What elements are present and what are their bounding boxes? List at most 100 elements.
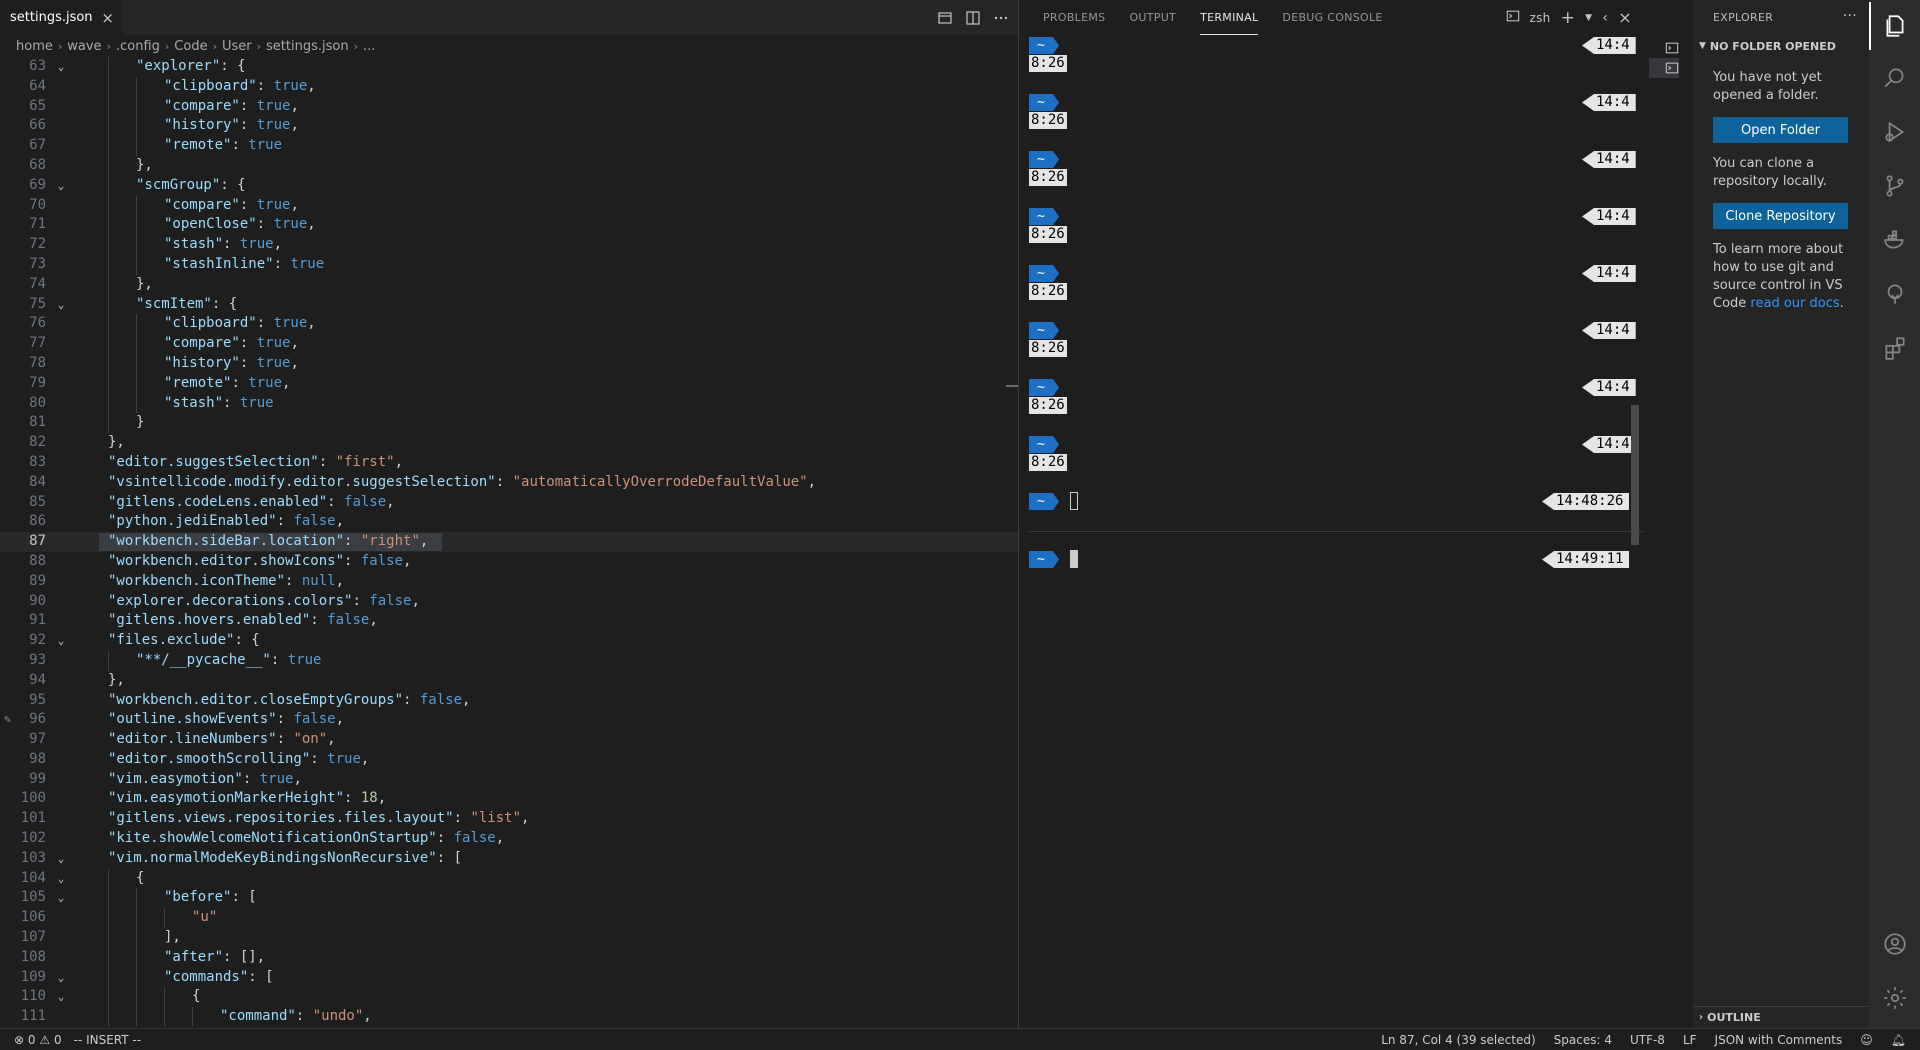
code-line[interactable]: 91 "gitlens.hovers.enabled": false, bbox=[0, 611, 1018, 631]
breadcrumb-item[interactable]: settings.json bbox=[266, 39, 349, 54]
code-line[interactable]: 109 ⌄ "commands": [ bbox=[0, 967, 1018, 988]
code-line[interactable]: 111 "command": "undo", bbox=[0, 1007, 1018, 1028]
open-folder-button[interactable]: Open Folder bbox=[1713, 117, 1848, 143]
code-line[interactable]: 103 ⌄ "vim.normalModeKeyBindingsNonRecursi… bbox=[0, 849, 1018, 869]
shell-name[interactable]: zsh bbox=[1530, 11, 1551, 25]
code-line[interactable]: 102 "kite.showWelcomeNotificationOnStartu… bbox=[0, 829, 1018, 849]
tab-terminal[interactable]: TERMINAL bbox=[1200, 0, 1259, 35]
code-line[interactable]: 105 ⌄ "before": [ bbox=[0, 888, 1018, 909]
code-line[interactable]: 104 ⌄ { bbox=[0, 868, 1018, 889]
code-line[interactable]: 65 "compare": true, bbox=[0, 96, 1018, 117]
outline-section[interactable]: › OUTLINE bbox=[1693, 1006, 1869, 1028]
breadcrumb-item[interactable]: wave bbox=[67, 39, 101, 54]
fold-chevron-icon[interactable]: ⌄ bbox=[54, 888, 68, 908]
code-line[interactable]: 72 "stash": true, bbox=[0, 235, 1018, 255]
code-line[interactable]: 99 "vim.easymotion": true, bbox=[0, 770, 1018, 790]
extensions-icon[interactable] bbox=[1869, 324, 1920, 372]
fold-chevron-icon[interactable]: ⌄ bbox=[54, 849, 68, 869]
open-preview-icon[interactable] bbox=[936, 9, 954, 27]
code-line[interactable]: 84 "vsintellicode.modify.editor.suggestSe… bbox=[0, 473, 1018, 493]
code-line[interactable]: 74}, bbox=[0, 274, 1018, 295]
breadcrumb-item[interactable]: Code bbox=[174, 39, 207, 54]
terminal-pane-bottom[interactable]: ~14:49:11 bbox=[1029, 531, 1643, 1028]
more-icon[interactable]: ··· bbox=[1843, 8, 1857, 24]
code-line[interactable]: 83 "editor.suggestSelection": "first", bbox=[0, 453, 1018, 473]
terminal-instance-2[interactable] bbox=[1649, 58, 1679, 78]
terminal-area[interactable]: ~8:26 14:4 ~8:26 14:4 ~8:26 14:4 ~8:26 14:4 ~8:2… bbox=[1029, 35, 1643, 1028]
terminal-instance-1[interactable] bbox=[1649, 38, 1679, 58]
code-line[interactable]: 88 "workbench.editor.showIcons": false, bbox=[0, 552, 1018, 572]
code-line[interactable]: 87 "workbench.sideBar.location": "right", bbox=[0, 532, 1018, 552]
breadcrumb-item[interactable]: .config bbox=[116, 39, 160, 54]
code-line[interactable]: 67 "remote": true bbox=[0, 136, 1018, 156]
fold-chevron-icon[interactable]: ⌄ bbox=[54, 295, 68, 315]
code-line[interactable]: 96 ✎ "outline.showEvents": false, bbox=[0, 710, 1018, 730]
problems-indicator[interactable]: ⊗ 0 ⚠ 0 bbox=[14, 1033, 62, 1047]
code-line[interactable]: 92 ⌄ "files.exclude": { bbox=[0, 631, 1018, 651]
clone-repository-button[interactable]: Clone Repository bbox=[1713, 203, 1848, 229]
fold-chevron-icon[interactable]: ⌄ bbox=[54, 631, 68, 651]
close-icon[interactable]: × bbox=[101, 9, 114, 27]
code-line[interactable]: 110 ⌄ { bbox=[0, 987, 1018, 1008]
code-line[interactable]: 98 "editor.smoothScrolling": true, bbox=[0, 750, 1018, 770]
end-of-line[interactable]: LF bbox=[1683, 1033, 1697, 1047]
code-line[interactable]: 66 "history": true, bbox=[0, 116, 1018, 137]
tab-settings-json[interactable]: settings.json × bbox=[0, 0, 122, 35]
code-line[interactable]: 78 "history": true, bbox=[0, 353, 1018, 374]
fold-chevron-icon[interactable]: ⌄ bbox=[54, 57, 68, 77]
language-mode[interactable]: JSON with Comments bbox=[1715, 1033, 1843, 1047]
fold-chevron-icon[interactable]: ⌄ bbox=[54, 869, 68, 889]
code-line[interactable]: 101 "gitlens.views.repositories.files.lay… bbox=[0, 809, 1018, 829]
section-no-folder[interactable]: ▼ NO FOLDER OPENED bbox=[1693, 35, 1869, 57]
source-control-icon[interactable] bbox=[1869, 162, 1920, 210]
code-line[interactable]: 76 "clipboard": true, bbox=[0, 314, 1018, 335]
code-line[interactable]: 79 "remote": true, bbox=[0, 373, 1018, 394]
code-line[interactable]: 100 "vim.easymotionMarkerHeight": 18, bbox=[0, 789, 1018, 809]
code-line[interactable]: 106 "u" bbox=[0, 908, 1018, 929]
tab-problems[interactable]: PROBLEMS bbox=[1043, 0, 1105, 35]
code-line[interactable]: 80 "stash": true bbox=[0, 393, 1018, 414]
read-docs-link[interactable]: read our docs bbox=[1750, 296, 1839, 311]
account-icon[interactable] bbox=[1869, 920, 1920, 968]
code-line[interactable]: 93 "**/__pycache__": true bbox=[0, 650, 1018, 671]
bell-icon[interactable]: 🔔︎ bbox=[1891, 1033, 1906, 1047]
breadcrumb-item[interactable]: home bbox=[16, 39, 53, 54]
code-line[interactable]: 75 ⌄ "scmItem": { bbox=[0, 294, 1018, 315]
scrollbar-thumb[interactable] bbox=[1006, 385, 1018, 387]
code-line[interactable]: 97 "editor.lineNumbers": "on", bbox=[0, 730, 1018, 750]
code-line[interactable]: 69 ⌄ "scmGroup": { bbox=[0, 175, 1018, 196]
code-line[interactable]: 68}, bbox=[0, 155, 1018, 176]
gear-icon[interactable] bbox=[1869, 974, 1920, 1022]
tab-debug-console[interactable]: DEBUG CONSOLE bbox=[1282, 0, 1382, 35]
git-tree-icon[interactable] bbox=[1869, 270, 1920, 318]
run-debug-icon[interactable] bbox=[1869, 108, 1920, 156]
code-line[interactable]: 81} bbox=[0, 413, 1018, 434]
tab-output[interactable]: OUTPUT bbox=[1129, 0, 1176, 35]
code-line[interactable]: 108 "after": [], bbox=[0, 947, 1018, 968]
code-line[interactable]: 94}, bbox=[0, 671, 1018, 691]
code-line[interactable]: 90 "explorer.decorations.colors": false, bbox=[0, 592, 1018, 612]
code-line[interactable]: 107], bbox=[0, 928, 1018, 948]
breadcrumb-item[interactable]: ... bbox=[363, 39, 375, 54]
indentation[interactable]: Spaces: 4 bbox=[1554, 1033, 1612, 1047]
code-line[interactable]: 77 "compare": true, bbox=[0, 334, 1018, 354]
code-line[interactable]: 95 "workbench.editor.closeEmptyGroups": f… bbox=[0, 691, 1018, 711]
docker-icon[interactable] bbox=[1869, 216, 1920, 264]
code-line[interactable]: 82}, bbox=[0, 433, 1018, 453]
chevron-left-icon[interactable]: ‹ bbox=[1602, 10, 1608, 26]
code-line[interactable]: 86 "python.jediEnabled": false, bbox=[0, 512, 1018, 532]
terminal-pane-top[interactable]: ~8:26 14:4 ~8:26 14:4 ~8:26 14:4 ~8:26 14:4 ~8:2… bbox=[1029, 35, 1643, 530]
chevron-down-icon[interactable]: ▼ bbox=[1585, 13, 1592, 23]
fold-chevron-icon[interactable]: ⌄ bbox=[54, 176, 68, 196]
code-line[interactable]: 63 ⌄ "explorer": { bbox=[0, 57, 1018, 77]
new-terminal-icon[interactable]: + bbox=[1561, 8, 1576, 28]
terminal-scrollbar[interactable] bbox=[1631, 405, 1639, 545]
feedback-icon[interactable]: ☺ bbox=[1860, 1033, 1873, 1047]
split-editor-icon[interactable] bbox=[964, 9, 982, 27]
code-line[interactable]: 85 "gitlens.codeLens.enabled": false, bbox=[0, 493, 1018, 513]
search-icon[interactable] bbox=[1869, 54, 1920, 102]
code-line[interactable]: 71 "openClose": true, bbox=[0, 215, 1018, 236]
fold-chevron-icon[interactable]: ⌄ bbox=[54, 968, 68, 988]
code-line[interactable]: 89 "workbench.iconTheme": null, bbox=[0, 572, 1018, 592]
code-editor[interactable]: 63 ⌄ "explorer": {64 "clipboard": true, 65 "c… bbox=[0, 57, 1018, 1028]
